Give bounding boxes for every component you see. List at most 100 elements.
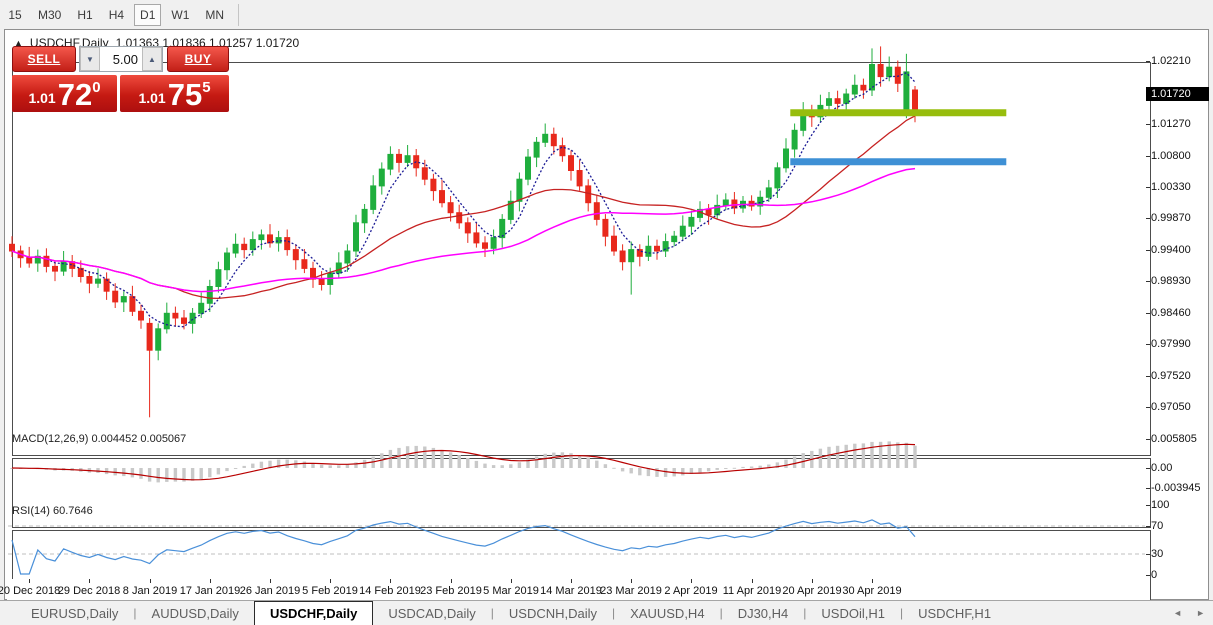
date-tick <box>571 579 572 583</box>
buy-price-big: 75 <box>168 81 202 109</box>
timeframe-button-mn[interactable]: MN <box>199 4 230 26</box>
tab-scroll-left-icon[interactable]: ◄ <box>1173 608 1182 618</box>
price-axis-label-tick <box>1146 250 1150 251</box>
timeframe-button-m30[interactable]: M30 <box>32 4 67 26</box>
buy-price-base: 1.01 <box>138 90 165 106</box>
date-axis-label: 30 Apr 2019 <box>842 585 901 597</box>
symbol-tab-bar: EURUSD,Daily|AUDUSD,DailyUSDCHF,DailyUSD… <box>0 600 1213 625</box>
price-axis-label-tick <box>1146 407 1150 408</box>
price-axis-label: 0.98460 <box>1151 307 1191 319</box>
date-tick <box>150 579 151 583</box>
date-axis-label: 5 Mar 2019 <box>483 585 539 597</box>
macd-axis-label-tick <box>1146 488 1150 489</box>
rsi-axis-label-tick <box>1146 505 1150 506</box>
price-axis-label-tick <box>1146 187 1150 188</box>
price-axis-label-tick <box>1146 156 1150 157</box>
price-axis-label-tick <box>1146 218 1150 219</box>
date-tick <box>691 579 692 583</box>
timeframe-button-w1[interactable]: W1 <box>165 4 195 26</box>
rsi-axis-label: 0 <box>1151 569 1157 581</box>
rsi-axis-label: 70 <box>1151 520 1163 532</box>
rsi-axis-label-tick <box>1146 575 1150 576</box>
volume-increase-button[interactable]: ▲ <box>142 47 162 71</box>
date-tick <box>89 579 90 583</box>
buy-button[interactable]: BUY <box>167 46 229 72</box>
tab-scroll-right-icon[interactable]: ► <box>1196 608 1205 618</box>
price-axis-label: 1.01270 <box>1151 118 1191 130</box>
date-axis-label: 2 Apr 2019 <box>664 585 717 597</box>
macd-axis-label: 0.00 <box>1151 462 1172 474</box>
price-axis-label: 0.99870 <box>1151 212 1191 224</box>
price-axis-label: 0.99400 <box>1151 244 1191 256</box>
buy-price-box[interactable]: 1.01 75 5 <box>120 75 229 112</box>
tab-eurusd-daily[interactable]: EURUSD,Daily <box>16 601 133 625</box>
toolbar-separator <box>238 4 239 26</box>
price-axis-label: 1.00330 <box>1151 181 1191 193</box>
price-axis-label-tick <box>1146 344 1150 345</box>
date-tick <box>210 579 211 583</box>
macd-axis-label-tick <box>1146 468 1150 469</box>
timeframe-button-h1[interactable]: H1 <box>71 4 98 26</box>
sell-button[interactable]: SELL <box>12 46 76 72</box>
price-axis-label-tick <box>1146 313 1150 314</box>
date-axis-label: 23 Feb 2019 <box>420 585 482 597</box>
rsi-axis-label: 100 <box>1151 499 1169 511</box>
price-axis-label: 0.97990 <box>1151 338 1191 350</box>
date-tick <box>29 579 30 583</box>
sell-price-big: 72 <box>58 81 92 109</box>
tab-usdcad-daily[interactable]: USDCAD,Daily <box>373 601 490 625</box>
tab-usdcnh-daily[interactable]: USDCNH,Daily <box>494 601 612 625</box>
timeframe-toolbar: 15M30H1H4D1W1MN <box>0 0 1213 29</box>
date-axis-label: 20 Apr 2019 <box>782 585 841 597</box>
date-axis-label: 20 Dec 2018 <box>0 585 60 597</box>
price-axis-label: 0.98930 <box>1151 275 1191 287</box>
price-axis-label: 1.00800 <box>1151 150 1191 162</box>
timeframe-button-d1[interactable]: D1 <box>134 4 161 26</box>
current-price-tag: 1.01720 <box>1146 87 1209 101</box>
tab-usdchf-h1[interactable]: USDCHF,H1 <box>903 601 1006 625</box>
date-axis-label: 26 Jan 2019 <box>240 585 301 597</box>
rsi-label: RSI(14) 60.7646 <box>12 505 93 517</box>
date-tick <box>812 579 813 583</box>
price-axis-label: 0.97050 <box>1151 401 1191 413</box>
tab-scroll-arrows: ◄ ► <box>1173 600 1205 625</box>
rsi-axis-label-tick <box>1146 554 1150 555</box>
date-axis-label: 29 Dec 2018 <box>58 585 120 597</box>
buy-price-sup: 5 <box>202 79 210 96</box>
macd-axis-label: 0.005805 <box>1151 433 1197 445</box>
price-axis-label-tick <box>1146 61 1150 62</box>
timeframe-button-h4[interactable]: H4 <box>103 4 130 26</box>
one-click-trading-panel: SELL ▼ ▲ BUY 1.01 72 0 1.01 75 5 <box>12 46 229 112</box>
price-axis-label: 0.97520 <box>1151 370 1191 382</box>
timeframe-button-15[interactable]: 15 <box>2 4 28 26</box>
tab-xauusd-h4[interactable]: XAUUSD,H4 <box>615 601 719 625</box>
tab-usdoil-h1[interactable]: USDOil,H1 <box>806 601 900 625</box>
price-axis-label-tick <box>1146 124 1150 125</box>
date-axis-label: 5 Feb 2019 <box>302 585 358 597</box>
volume-decrease-button[interactable]: ▼ <box>80 47 100 71</box>
rsi-plot[interactable] <box>8 501 1145 578</box>
date-tick <box>872 579 873 583</box>
tab-audusd-daily[interactable]: AUDUSD,Daily <box>137 601 254 625</box>
tab-usdchf-daily[interactable]: USDCHF,Daily <box>254 601 373 625</box>
rsi-axis-label-tick <box>1146 526 1150 527</box>
date-axis-label: 23 Mar 2019 <box>600 585 662 597</box>
price-axis-label-tick <box>1146 281 1150 282</box>
date-tick <box>390 579 391 583</box>
sell-price-box[interactable]: 1.01 72 0 <box>12 75 117 112</box>
date-axis-label: 14 Mar 2019 <box>540 585 602 597</box>
tab-dj30-h4[interactable]: DJ30,H4 <box>723 601 804 625</box>
sell-price-sup: 0 <box>92 79 100 96</box>
sell-price-base: 1.01 <box>28 90 55 106</box>
date-tick <box>451 579 452 583</box>
date-axis-label: 11 Apr 2019 <box>723 585 782 597</box>
date-tick <box>511 579 512 583</box>
date-tick <box>631 579 632 583</box>
date-tick <box>752 579 753 583</box>
rsi-axis-label: 30 <box>1151 548 1163 560</box>
date-tick <box>330 579 331 583</box>
date-axis-label: 17 Jan 2019 <box>180 585 241 597</box>
volume-input[interactable] <box>100 47 142 71</box>
price-axis-label-tick <box>1146 376 1150 377</box>
price-axis-label: 1.02210 <box>1151 55 1191 67</box>
